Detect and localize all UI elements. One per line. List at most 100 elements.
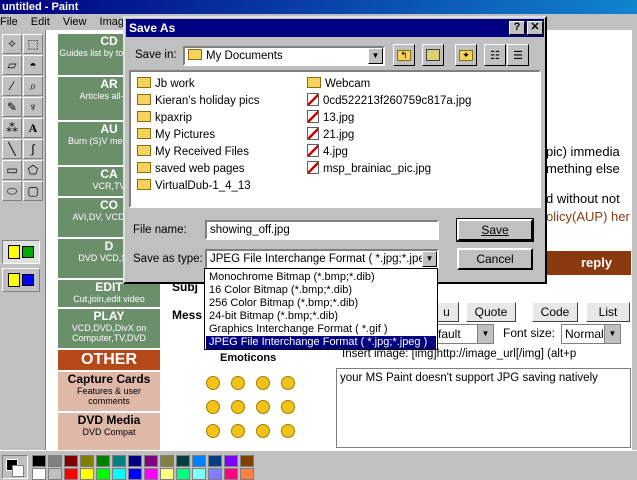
palette-swatch[interactable]	[112, 468, 126, 480]
emoticon-icon[interactable]	[231, 424, 245, 438]
emoticon-icon[interactable]	[281, 424, 295, 438]
save-button[interactable]: Save	[456, 218, 534, 242]
palette-swatch[interactable]	[48, 455, 62, 467]
emoticon-icon[interactable]	[231, 376, 245, 390]
palette-swatch[interactable]	[112, 455, 126, 467]
palette-swatch[interactable]	[144, 468, 158, 480]
sidebar-block-dvdmedia[interactable]: DVD Media DVD Compat	[58, 413, 160, 450]
new-folder-button[interactable]: ✦	[455, 44, 477, 66]
list-item[interactable]: 13.jpg	[307, 110, 354, 126]
polygon-icon[interactable]: ⬠	[23, 160, 43, 180]
palette-swatch[interactable]	[176, 468, 190, 480]
palette-swatch[interactable]	[96, 468, 110, 480]
type-option-gif[interactable]: Graphics Interchange Format ( *.gif )	[206, 323, 436, 336]
list-item[interactable]: 4.jpg	[307, 144, 348, 160]
free-select-icon[interactable]: ✧	[2, 34, 22, 54]
emoticon-icon[interactable]	[281, 376, 295, 390]
file-list[interactable]: Jb work Kieran's holiday pics kpaxrip My…	[129, 70, 541, 208]
emoticon-icon[interactable]	[281, 400, 295, 414]
palette-swatch[interactable]	[48, 468, 62, 480]
type-option-monochrome[interactable]: Monochrome Bitmap (*.bmp;*.dib)	[206, 271, 436, 284]
emoticon-icon[interactable]	[256, 400, 270, 414]
save-in-combo[interactable]: My Documents ▼	[183, 46, 385, 66]
rounded-rect-icon[interactable]: ▢	[23, 181, 43, 201]
list-item[interactable]: saved web pages	[137, 161, 245, 177]
type-option-24bit[interactable]: 24-bit Bitmap (*.bmp;*.dib)	[206, 310, 436, 323]
save-as-type-select[interactable]: JPEG File Interchange Format ( *.jpg;*.j…	[205, 249, 439, 269]
magnifier-icon[interactable]: ⌕	[23, 76, 43, 96]
airbrush-icon[interactable]: ⁂	[2, 118, 22, 138]
palette-swatch[interactable]	[64, 468, 78, 480]
emoticon-icon[interactable]	[206, 424, 220, 438]
list-item[interactable]: kpaxrip	[137, 110, 192, 126]
paint-vertical-scrollbar[interactable]	[631, 30, 637, 450]
code-button[interactable]: Code	[532, 302, 578, 322]
eraser-icon[interactable]: ▱	[2, 55, 22, 75]
color-picker-icon[interactable]: ⁄	[2, 76, 22, 96]
palette-swatch[interactable]	[240, 455, 254, 467]
brush-icon[interactable]: ♆	[23, 97, 43, 117]
list-item[interactable]: 21.jpg	[307, 127, 354, 143]
menu-file[interactable]: File	[0, 14, 18, 30]
list-item[interactable]: msp_brainiac_pic.jpg	[307, 161, 431, 177]
palette-swatch[interactable]	[144, 455, 158, 467]
palette-swatch[interactable]	[64, 455, 78, 467]
help-button[interactable]: ?	[509, 21, 525, 35]
palette-swatch[interactable]	[224, 468, 238, 480]
font-select[interactable]: fault ▼	[434, 324, 494, 344]
palette-swatch[interactable]	[32, 468, 46, 480]
ellipse-icon[interactable]: ⬭	[2, 181, 22, 201]
font-size-select[interactable]: Normal ▼	[561, 324, 621, 344]
fill-icon[interactable]: ◓	[23, 55, 43, 75]
emoticon-icon[interactable]	[206, 400, 220, 414]
list-item[interactable]: My Received Files	[137, 144, 249, 160]
cancel-button[interactable]: Cancel	[457, 248, 533, 270]
line-icon[interactable]: ╲	[2, 139, 22, 159]
list-item[interactable]: Kieran's holiday pics	[137, 93, 259, 109]
palette-swatch[interactable]	[128, 468, 142, 480]
palette-swatch[interactable]	[80, 468, 94, 480]
list-item[interactable]: Webcam	[307, 76, 370, 92]
palette-swatch[interactable]	[96, 455, 110, 467]
message-textarea[interactable]: your MS Paint doesn't support JPG saving…	[336, 368, 631, 448]
palette-swatch[interactable]	[240, 468, 254, 480]
palette-swatch[interactable]	[208, 468, 222, 480]
palette-swatch[interactable]	[192, 468, 206, 480]
type-option-16color[interactable]: 16 Color Bitmap (*.bmp;*.dib)	[206, 284, 436, 297]
text-tool-icon[interactable]: A	[23, 118, 43, 138]
sidebar-block-play[interactable]: PLAY VCD,DVD,DivX on Computer,TV,DVD	[58, 309, 160, 349]
menu-edit[interactable]: Edit	[31, 14, 50, 30]
rectangle-icon[interactable]: ▭	[2, 160, 22, 180]
palette-swatch[interactable]	[160, 468, 174, 480]
sidebar-block-capture[interactable]: Capture Cards Features & user comments	[58, 372, 160, 412]
palette-swatch[interactable]	[176, 455, 190, 467]
type-option-256color[interactable]: 256 Color Bitmap (*.bmp;*.dib)	[206, 297, 436, 310]
list-view-button[interactable]: ☷	[484, 44, 506, 66]
type-option-jpeg[interactable]: JPEG File Interchange Format ( *.jpg;*.j…	[206, 336, 436, 349]
opaque-mode-icon[interactable]	[2, 240, 40, 264]
palette-swatch[interactable]	[80, 455, 94, 467]
palette-swatch[interactable]	[224, 455, 238, 467]
pencil-icon[interactable]: ✎	[2, 97, 22, 117]
palette-swatch[interactable]	[208, 455, 222, 467]
palette-swatch[interactable]	[160, 455, 174, 467]
menu-view[interactable]: View	[63, 14, 87, 30]
palette-swatch[interactable]	[192, 455, 206, 467]
close-button[interactable]: ✕	[527, 21, 543, 35]
list-item[interactable]: VirtualDub-1_4_13	[137, 178, 251, 194]
emoticon-icon[interactable]	[256, 424, 270, 438]
quote-button[interactable]: Quote	[466, 302, 516, 322]
list-item[interactable]: Jb work	[137, 76, 195, 92]
palette-swatch[interactable]	[32, 455, 46, 467]
palette-swatch[interactable]	[128, 455, 142, 467]
list-item[interactable]: My Pictures	[137, 127, 215, 143]
emoticon-icon[interactable]	[231, 400, 245, 414]
up-one-level-button[interactable]: ↰	[393, 44, 415, 66]
rect-select-icon[interactable]: ⬚	[23, 34, 43, 54]
sidebar-block-edit[interactable]: EDIT Cut,join,edit video	[58, 280, 160, 308]
details-view-button[interactable]: ☰	[507, 44, 529, 66]
curve-icon[interactable]: ∫	[23, 139, 43, 159]
list-button[interactable]: List	[586, 302, 630, 322]
desktop-button[interactable]	[422, 44, 444, 66]
list-item[interactable]: 0cd522213f260759c817a.jpg	[307, 93, 471, 109]
